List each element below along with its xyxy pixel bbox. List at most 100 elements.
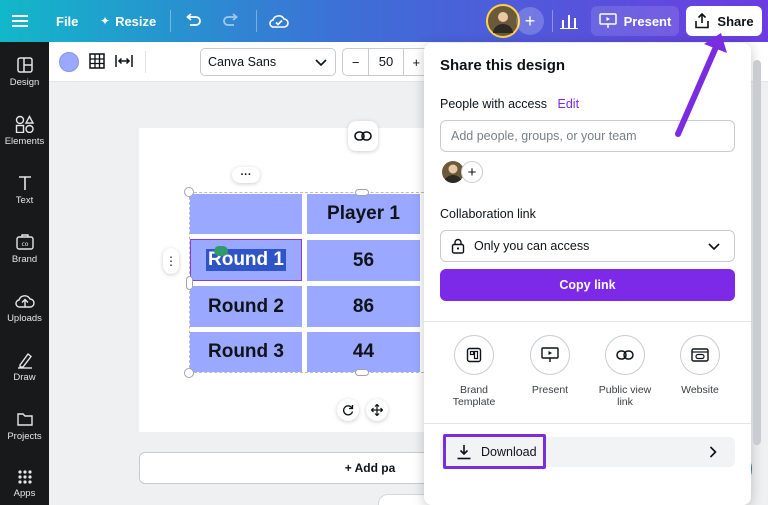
- share-option-brand-template[interactable]: Brand Template: [437, 335, 511, 408]
- sidebar-item-label: Uploads: [7, 313, 42, 324]
- sidebar-item-label: Draw: [13, 372, 36, 383]
- table-cell[interactable]: Player 1: [307, 194, 420, 234]
- border-grid-icon[interactable]: [88, 52, 106, 75]
- table-cell[interactable]: 56: [307, 240, 420, 281]
- resize-handle[interactable]: [355, 189, 369, 196]
- projects-icon: [16, 413, 33, 426]
- file-menu[interactable]: File: [56, 0, 78, 42]
- option-label: Public view: [598, 384, 652, 396]
- sidebar-item-elements[interactable]: Elements: [0, 115, 49, 169]
- font-size-input[interactable]: 50: [368, 49, 404, 75]
- more-options-button[interactable]: ···: [232, 167, 260, 183]
- sidebar-item-projects[interactable]: Projects: [0, 410, 49, 464]
- color-swatch[interactable]: [59, 52, 79, 72]
- sidebar-item-draw[interactable]: Draw: [0, 351, 49, 405]
- spacing-icon[interactable]: [115, 53, 133, 74]
- share-option-present[interactable]: Present: [513, 335, 587, 396]
- annotation-highlight-box: [443, 434, 546, 469]
- lock-icon: [451, 238, 465, 254]
- move-icon: [371, 404, 383, 416]
- share-button[interactable]: Share: [686, 6, 762, 36]
- hamburger-icon[interactable]: [12, 0, 28, 42]
- rotate-icon: [343, 405, 354, 416]
- decrease-font-size-button[interactable]: −: [343, 55, 368, 70]
- copy-link-label: Copy link: [559, 278, 616, 292]
- sidebar-item-design[interactable]: Design: [0, 56, 49, 110]
- font-family-value: Canva Sans: [208, 55, 277, 69]
- avatar[interactable]: [486, 4, 520, 38]
- panel-scrollbar[interactable]: [753, 60, 761, 445]
- more-dots: ···: [240, 169, 252, 181]
- share-option-website[interactable]: Website: [663, 335, 737, 396]
- resize-button[interactable]: ✦ Resize: [100, 0, 156, 42]
- resize-handle[interactable]: [184, 368, 194, 378]
- vertical-dots-icon: ⋮: [165, 254, 177, 268]
- divider: [256, 10, 257, 32]
- divider: [552, 10, 553, 32]
- table-cell[interactable]: 44: [307, 332, 420, 372]
- add-collaborator-small-button[interactable]: +: [461, 161, 483, 183]
- edit-cursor-badge: [214, 246, 228, 256]
- sidebar-item-label: Text: [15, 195, 34, 206]
- link-float-button[interactable]: [348, 121, 378, 151]
- public-link-icon: [605, 335, 645, 375]
- present-label: Present: [623, 13, 672, 29]
- share-label: Share: [717, 13, 754, 29]
- design-icon: [16, 57, 33, 73]
- option-label: Brand: [459, 384, 489, 396]
- copy-link-button[interactable]: Copy link: [440, 269, 735, 301]
- insights-icon[interactable]: [554, 6, 584, 36]
- cloud-save-icon[interactable]: [268, 0, 290, 42]
- share-option-public-link[interactable]: Public view link: [588, 335, 662, 408]
- sidebar-item-uploads[interactable]: Uploads: [0, 292, 49, 346]
- sidebar-item-label: Design: [9, 77, 40, 88]
- chevron-down-icon: [708, 243, 720, 251]
- move-button[interactable]: [366, 399, 388, 421]
- sidebar-item-brand[interactable]: co Brand: [0, 233, 49, 287]
- resize-handle[interactable]: [355, 369, 369, 376]
- rotate-button[interactable]: [337, 399, 359, 421]
- sidebar-item-label: Brand: [11, 254, 38, 265]
- undo-icon[interactable]: [184, 0, 202, 42]
- edit-link[interactable]: Edit: [558, 97, 580, 111]
- table-cell[interactable]: 86: [307, 286, 420, 327]
- row-menu-button[interactable]: ⋮: [163, 248, 179, 274]
- access-dropdown[interactable]: Only you can access: [440, 230, 735, 262]
- option-label: link: [617, 396, 633, 408]
- brand-icon: co: [15, 234, 34, 250]
- plus-icon: +: [467, 163, 477, 181]
- divider: [424, 423, 751, 424]
- draw-icon: [17, 352, 32, 369]
- elements-icon: [15, 115, 34, 133]
- present-icon: [598, 13, 617, 28]
- table-cell[interactable]: Round 2: [190, 286, 302, 327]
- people-access-label: People with access Edit: [440, 97, 579, 111]
- apps-icon: [17, 470, 32, 484]
- option-label: Present: [531, 384, 569, 396]
- svg-text:co: co: [21, 241, 28, 248]
- website-icon: [680, 335, 720, 375]
- font-family-select[interactable]: Canva Sans: [200, 48, 336, 76]
- uploads-icon: [14, 295, 35, 308]
- access-value: Only you can access: [474, 239, 590, 253]
- sidebar-item-text[interactable]: Text: [0, 174, 49, 228]
- table-cell-selected[interactable]: Round 1: [190, 239, 302, 281]
- table-cell[interactable]: Round 3: [190, 332, 302, 372]
- table-cell[interactable]: [190, 194, 302, 234]
- sidebar-item-apps[interactable]: Apps: [0, 469, 49, 505]
- add-collaborator-button[interactable]: +: [516, 7, 544, 35]
- left-sidebar: Design Elements Text co Brand Uploads Dr…: [0, 42, 49, 505]
- present-icon: [530, 335, 570, 375]
- redo-icon[interactable]: [222, 0, 240, 42]
- panel-title: Share this design: [440, 57, 566, 74]
- people-access-text: People with access: [440, 97, 548, 111]
- resize-handle[interactable]: [184, 187, 194, 197]
- font-size-stepper: − 50 +: [342, 48, 430, 76]
- chevron-right-icon: [709, 446, 717, 458]
- resize-handle[interactable]: [186, 276, 193, 290]
- add-people-input[interactable]: Add people, groups, or your team: [440, 120, 735, 152]
- add-page-label: + Add pa: [344, 461, 396, 475]
- option-label: Template: [452, 396, 496, 408]
- present-button[interactable]: Present: [591, 6, 679, 36]
- sidebar-item-label: Apps: [13, 488, 36, 499]
